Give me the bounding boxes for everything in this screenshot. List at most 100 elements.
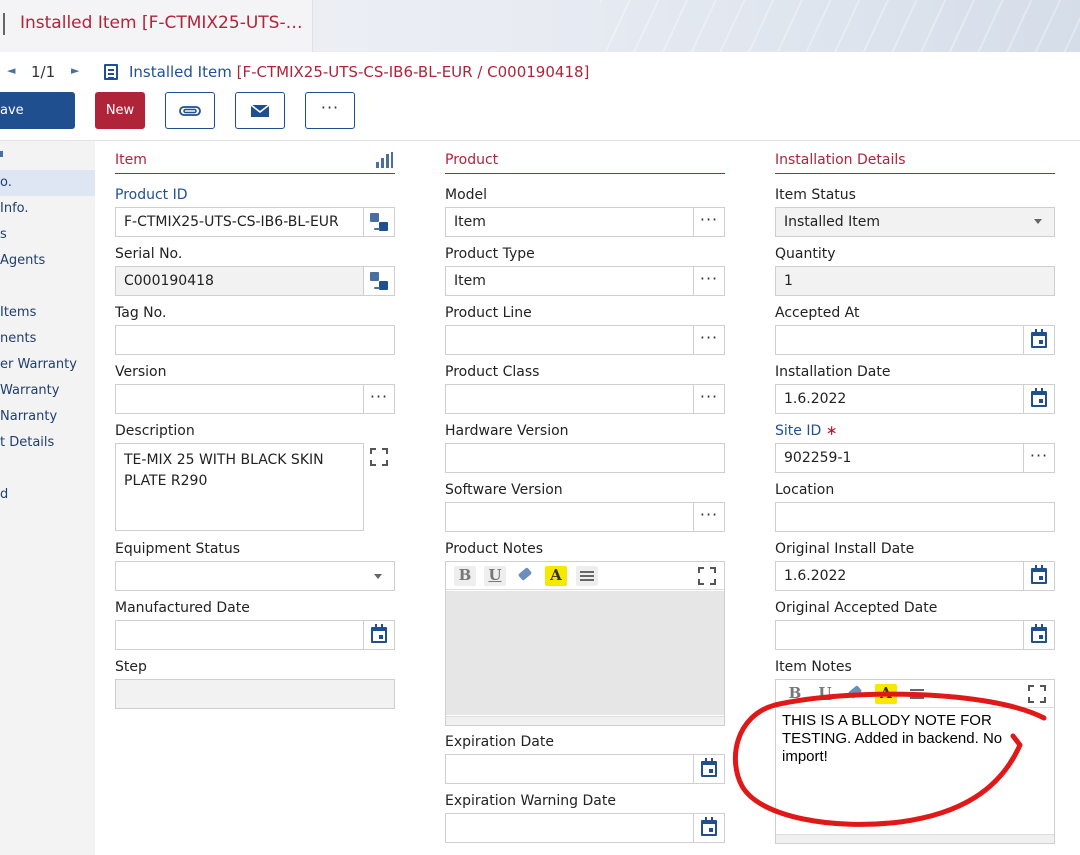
quantity-field[interactable]: 1 (775, 266, 1055, 296)
original-accepted-date-field[interactable] (775, 620, 1024, 650)
step-field[interactable] (115, 679, 395, 709)
sidebar-item-warranty-2[interactable]: Narranty (0, 404, 95, 430)
prev-record-button[interactable]: ◄ (7, 64, 15, 77)
site-id-more-button[interactable]: ··· (1023, 443, 1055, 473)
hardware-version-field[interactable] (445, 443, 725, 473)
product-type-more-button[interactable]: ··· (693, 266, 725, 296)
product-notes-editor[interactable]: B U A (445, 561, 725, 726)
software-version-field[interactable] (445, 502, 694, 532)
product-type-field[interactable]: Item (445, 266, 694, 296)
lookup-icon (370, 272, 388, 290)
expand-icon[interactable] (1028, 685, 1046, 703)
tab-installed-item[interactable]: Installed Item [F-CTMIX25-UTS-… (0, 0, 313, 52)
model-field[interactable]: Item (445, 207, 694, 237)
sidebar-item-components[interactable]: nents (0, 326, 95, 352)
installation-section-rule (775, 173, 1055, 174)
ellipsis-icon: ··· (699, 268, 719, 288)
expand-icon[interactable] (698, 567, 716, 585)
product-type-label: Product Type (445, 246, 535, 262)
original-install-date-picker[interactable] (1023, 561, 1055, 591)
location-field[interactable] (775, 502, 1055, 532)
sidebar-item-label: Items (0, 305, 37, 320)
attach-button[interactable] (165, 92, 215, 129)
model-label: Model (445, 187, 488, 203)
original-install-date-field[interactable]: 1.6.2022 (775, 561, 1024, 591)
sidebar-item-label: d (0, 487, 9, 502)
calendar-icon (1031, 388, 1047, 407)
expiration-warning-date-picker[interactable] (693, 813, 725, 843)
equipment-status-select[interactable] (115, 561, 395, 591)
highlight-button[interactable]: A (875, 684, 897, 704)
model-more-button[interactable]: ··· (693, 207, 725, 237)
sidebar-item-agents[interactable]: Agents (0, 248, 95, 274)
sidebar-item-label: er Warranty (0, 357, 77, 372)
eraser-icon[interactable] (844, 684, 866, 704)
expiration-date-picker[interactable] (693, 754, 725, 784)
original-accepted-date-picker[interactable] (1023, 620, 1055, 650)
installation-date-field[interactable]: 1.6.2022 (775, 384, 1024, 414)
bullet-list-icon[interactable] (906, 684, 928, 704)
sidebar-item-general-info[interactable]: o. (0, 170, 95, 196)
editor-resize-bar[interactable] (446, 716, 724, 725)
sidebar-item-warranty[interactable]: Warranty (0, 378, 95, 404)
site-id-label: Site ID ∗ (775, 423, 837, 439)
product-class-label: Product Class (445, 364, 540, 380)
bold-button[interactable]: B (784, 684, 806, 704)
tab-divider (3, 13, 5, 35)
product-notes-body[interactable] (446, 591, 724, 715)
email-button[interactable] (235, 92, 285, 129)
serial-lookup-button[interactable] (363, 266, 395, 296)
expand-icon[interactable] (370, 448, 388, 466)
sidebar-item-label: nents (0, 331, 37, 346)
expiration-field[interactable] (445, 754, 694, 784)
next-record-button[interactable]: ► (71, 64, 79, 77)
more-actions-button[interactable]: ··· (305, 92, 355, 129)
product-line-field[interactable] (445, 325, 694, 355)
product-class-field[interactable] (445, 384, 694, 414)
tag-field[interactable] (115, 325, 395, 355)
installation-date-picker[interactable] (1023, 384, 1055, 414)
chart-icon[interactable] (376, 152, 394, 168)
product-line-more-button[interactable]: ··· (693, 325, 725, 355)
software-version-more-button[interactable]: ··· (693, 502, 725, 532)
manufactured-date-picker[interactable] (363, 620, 395, 650)
sidebar-item-customer-warranty[interactable]: er Warranty (0, 352, 95, 378)
manufactured-field[interactable] (115, 620, 364, 650)
eraser-icon[interactable] (514, 566, 536, 586)
chevron-down-icon[interactable] (374, 574, 382, 579)
version-more-button[interactable]: ··· (363, 384, 395, 414)
product-line-label: Product Line (445, 305, 532, 321)
expiration-warning-field[interactable] (445, 813, 694, 843)
sidebar-item-s[interactable]: s (0, 222, 95, 248)
version-field[interactable] (115, 384, 364, 414)
item-notes-text[interactable]: THIS IS A BLLODY NOTE FOR TESTING. Added… (782, 712, 1046, 766)
new-button[interactable]: New (95, 92, 145, 129)
bold-button[interactable]: B (454, 566, 476, 586)
calendar-icon (371, 624, 387, 643)
original-install-date-label: Original Install Date (775, 541, 915, 557)
page-title-entity: Installed Item (129, 63, 232, 81)
underline-button[interactable]: U (484, 566, 506, 586)
sidebar-item-info[interactable]: Info. (0, 196, 95, 222)
product-id-lookup-button[interactable] (363, 207, 395, 237)
accepted-at-field[interactable] (775, 325, 1024, 355)
accepted-at-date-picker[interactable] (1023, 325, 1055, 355)
editor-resize-bar[interactable] (776, 834, 1054, 843)
highlight-button[interactable]: A (545, 566, 567, 586)
sidebar-item-d[interactable]: d (0, 482, 95, 508)
product-id-field[interactable]: F-CTMIX25-UTS-CS-IB6-BL-EUR (115, 207, 364, 237)
sidebar-item-label: Info. (0, 201, 29, 216)
serial-field[interactable]: C000190418 (115, 266, 364, 296)
save-button[interactable]: ave (0, 92, 75, 129)
chevron-down-icon[interactable] (1034, 219, 1042, 224)
sidebar-item-items[interactable]: Items (0, 300, 95, 326)
item-notes-editor[interactable]: B U A THIS IS A BLLODY NOTE FOR TESTING.… (775, 679, 1055, 844)
underline-button[interactable]: U (814, 684, 836, 704)
item-status-select[interactable]: Installed Item (775, 207, 1055, 237)
sidebar-item-details[interactable]: t Details (0, 430, 95, 456)
site-id-field[interactable]: 902259-1 (775, 443, 1024, 473)
bullet-list-icon[interactable] (576, 566, 598, 586)
product-class-more-button[interactable]: ··· (693, 384, 725, 414)
description-field[interactable]: TE-MIX 25 WITH BLACK SKIN PLATE R290 (115, 443, 364, 531)
ellipsis-icon: ··· (699, 327, 719, 347)
